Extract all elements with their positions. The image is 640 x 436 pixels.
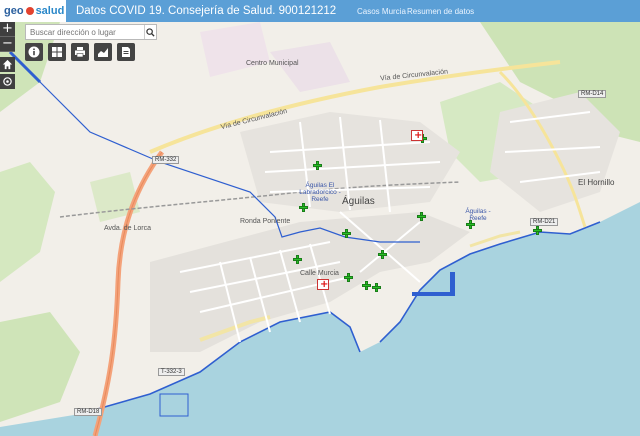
pharmacy-marker-4[interactable] [417,212,426,221]
street-label-centro: Centro Municipal [246,60,299,67]
chart-icon [98,48,108,57]
document-button[interactable] [117,43,135,61]
document-icon [122,47,130,57]
logo-salud-text: salud [35,5,65,17]
pharmacy-marker-6[interactable] [293,255,302,264]
road-shield-rmd14: RM-D14 [578,90,607,98]
pharmacy-marker-11[interactable] [533,226,542,235]
pharmacy-marker-10[interactable] [466,220,475,229]
pharmacy-marker-2[interactable] [299,203,308,212]
geosalud-logo[interactable]: geo salud [0,0,66,22]
street-label-avda-lorca: Avda. de Lorca [104,225,151,232]
map-canvas[interactable]: Águilas El Hornillo Águilas El Labradorc… [0,22,640,436]
locate-icon [3,77,12,86]
search-button[interactable] [144,25,156,39]
page-title: Datos COVID 19. Consejería de Salud. 900… [76,5,337,17]
zoom-control: + − [0,22,15,52]
chart-button[interactable] [94,43,112,61]
print-button[interactable] [71,43,89,61]
home-button[interactable] [0,57,15,72]
address-search-box [25,24,157,40]
pharmacy-marker-3[interactable] [342,229,351,238]
info-icon [28,46,40,58]
pharmacy-marker-8[interactable] [362,281,371,290]
print-icon [75,47,85,58]
grid-icon [52,47,62,57]
logo-dot-icon [25,7,34,15]
hospital-marker-1[interactable]: + [317,279,329,290]
home-icon [2,59,13,70]
town-label-aguilas: Águilas [342,196,375,207]
street-label-calle-murcia: Calle Murcia [300,270,339,277]
street-label-ronda-poniente: Ronda Poniente [240,218,291,225]
hospital-cross-icon: + [414,130,423,141]
road-shield-rmd18: RM-D18 [74,408,103,416]
road-shield-t332: T-332-3 [158,368,185,376]
logo-geo-text: geo [4,5,24,17]
app-header: geo salud Datos COVID 19. Consejería de … [0,0,640,22]
info-button[interactable] [25,43,43,61]
nav-link-resumen-datos[interactable]: Resumen de datos [407,7,474,16]
pharmacy-marker-9[interactable] [372,283,381,292]
map-svg [0,22,640,436]
nav-link-casos-murcia[interactable]: Casos Murcia [357,7,406,16]
pharmacy-marker-5[interactable] [378,250,387,259]
pharmacy-marker-7[interactable] [344,273,353,282]
poi-label-labradorcico: Águilas El Labradorcico - Reefe [299,182,341,203]
road-shield-rm332: RM-332 [152,156,180,164]
zoom-in-button[interactable]: + [0,22,15,37]
zoom-out-button[interactable]: − [0,37,15,52]
layers-grid-button[interactable] [48,43,66,61]
hospital-cross-icon: + [320,279,329,290]
map-toolbar [25,43,135,61]
locate-button[interactable] [0,74,15,89]
district-label-hornillo: El Hornillo [578,178,615,187]
hospital-marker-2[interactable]: + [411,130,423,141]
search-icon [146,27,155,37]
road-shield-rmd21: RM-D21 [530,218,559,226]
pharmacy-marker-1[interactable] [313,161,322,170]
search-input[interactable] [26,25,144,39]
